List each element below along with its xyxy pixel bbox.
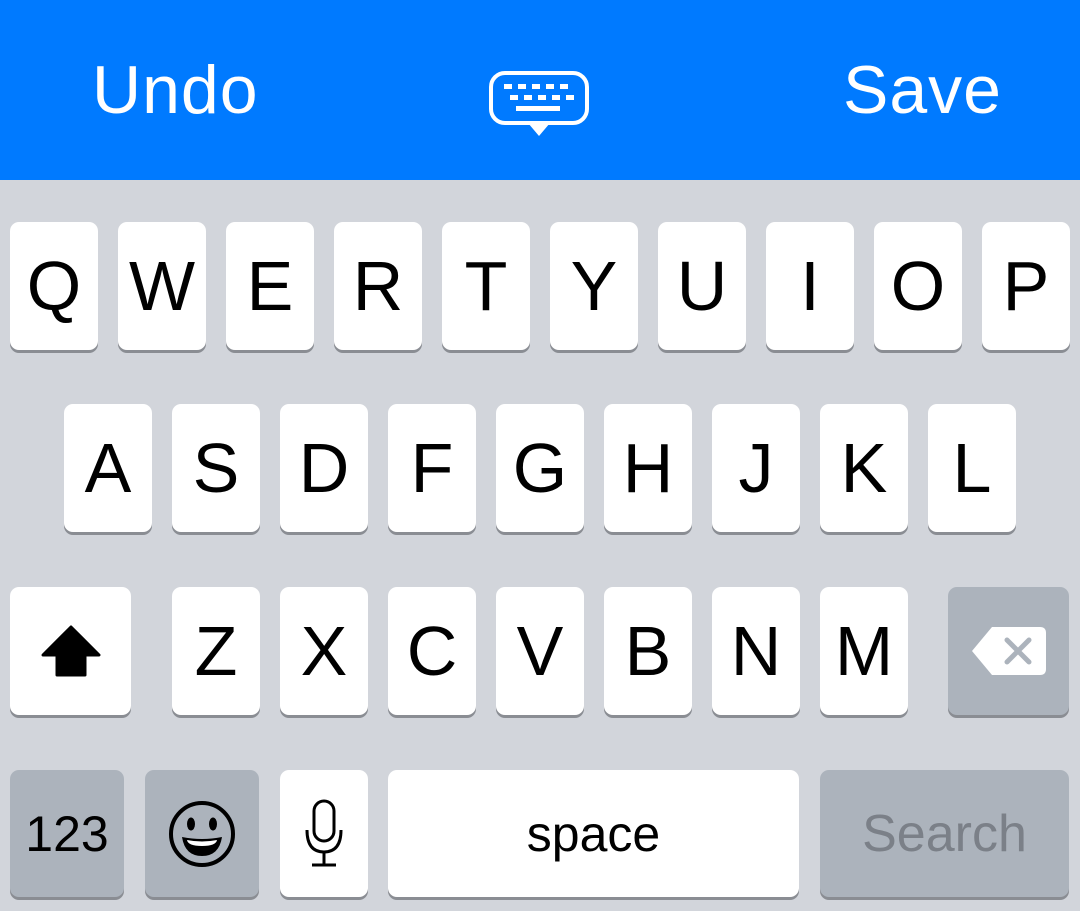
key-m[interactable]: M — [820, 587, 908, 715]
key-t[interactable]: T — [442, 222, 530, 350]
key-z[interactable]: Z — [172, 587, 260, 715]
shift-arrow-icon — [41, 625, 100, 677]
key-label: L — [952, 429, 992, 507]
key-r[interactable]: R — [334, 222, 422, 350]
key-label: Y — [570, 247, 618, 325]
key-n[interactable]: N — [712, 587, 800, 715]
key-label: C — [406, 612, 458, 690]
key-label: E — [246, 247, 294, 325]
key-o[interactable]: O — [874, 222, 962, 350]
key-label: K — [840, 429, 888, 507]
key-d[interactable]: D — [280, 404, 368, 532]
emoji-smiley-icon — [169, 800, 235, 867]
key-a[interactable]: A — [64, 404, 152, 532]
key-label: Q — [26, 247, 82, 325]
key-label: G — [512, 429, 568, 507]
key-label: U — [676, 247, 728, 325]
space-key-label: space — [526, 805, 661, 862]
key-u[interactable]: U — [658, 222, 746, 350]
save-button[interactable]: Save — [843, 50, 1002, 130]
delete-key[interactable] — [948, 587, 1069, 715]
shift-key[interactable] — [10, 587, 131, 715]
key-i[interactable]: I — [766, 222, 854, 350]
key-k[interactable]: K — [820, 404, 908, 532]
key-label: J — [738, 429, 774, 507]
key-q[interactable]: Q — [10, 222, 98, 350]
key-label: M — [834, 612, 894, 690]
key-label: B — [624, 612, 672, 690]
key-c[interactable]: C — [388, 587, 476, 715]
key-x[interactable]: X — [280, 587, 368, 715]
microphone-key[interactable] — [280, 770, 368, 897]
backspace-icon — [971, 627, 1046, 675]
key-label: I — [800, 247, 820, 325]
key-y[interactable]: Y — [550, 222, 638, 350]
key-label: Z — [194, 612, 238, 690]
key-v[interactable]: V — [496, 587, 584, 715]
search-key-label: Search — [862, 804, 1027, 863]
key-label: H — [622, 429, 674, 507]
key-label: F — [410, 429, 454, 507]
key-label: T — [464, 247, 508, 325]
key-f[interactable]: F — [388, 404, 476, 532]
key-label: O — [890, 247, 946, 325]
search-key[interactable]: Search — [820, 770, 1069, 897]
key-label: D — [298, 429, 350, 507]
key-label: P — [1002, 247, 1050, 325]
key-g[interactable]: G — [496, 404, 584, 532]
numbers-key-label: 123 — [25, 805, 109, 862]
key-p[interactable]: P — [982, 222, 1070, 350]
microphone-icon — [305, 799, 343, 866]
key-label: X — [300, 612, 348, 690]
space-key[interactable]: space — [388, 770, 799, 897]
key-label: S — [192, 429, 240, 507]
key-w[interactable]: W — [118, 222, 206, 350]
key-label: R — [352, 247, 404, 325]
key-b[interactable]: B — [604, 587, 692, 715]
undo-button[interactable]: Undo — [92, 50, 259, 130]
key-label: N — [730, 612, 782, 690]
key-s[interactable]: S — [172, 404, 260, 532]
key-label: A — [84, 429, 132, 507]
key-j[interactable]: J — [712, 404, 800, 532]
numbers-key[interactable]: 123 — [10, 770, 124, 897]
key-l[interactable]: L — [928, 404, 1016, 532]
key-label: V — [516, 612, 564, 690]
emoji-key[interactable] — [145, 770, 259, 897]
key-label: W — [128, 247, 196, 325]
key-e[interactable]: E — [226, 222, 314, 350]
key-h[interactable]: H — [604, 404, 692, 532]
keyboard-dismiss-icon[interactable] — [488, 70, 590, 140]
accessory-toolbar: Undo Save — [0, 0, 1080, 180]
